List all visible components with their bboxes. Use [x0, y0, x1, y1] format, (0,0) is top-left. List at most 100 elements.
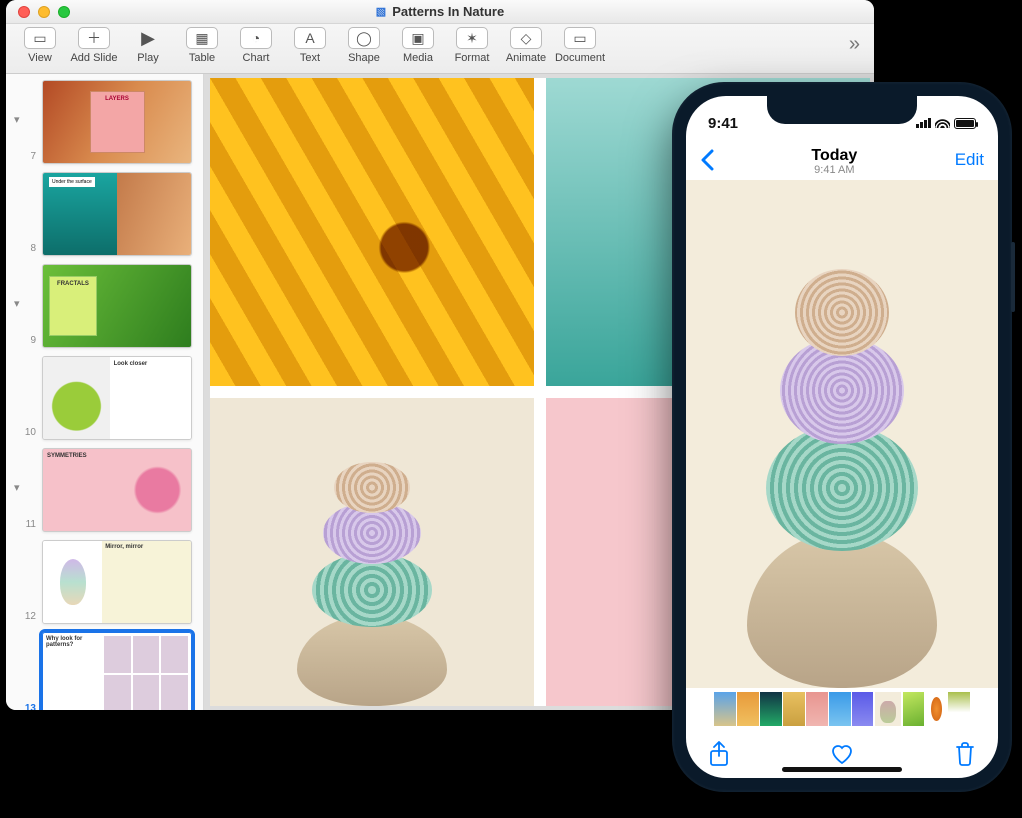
slide-number: 13 [10, 703, 36, 710]
share-icon [708, 741, 730, 767]
heart-icon [829, 742, 855, 766]
toolbar-label: Text [300, 52, 320, 64]
chevron-down-icon[interactable]: ▾ [14, 113, 20, 126]
slide-number: 10 [10, 427, 36, 440]
animate-icon: ◇ [510, 27, 542, 49]
toolbar-table-button[interactable]: ▦ Table [178, 27, 226, 64]
chevron-down-icon[interactable]: ▾ [14, 297, 20, 310]
chart-icon: ◔ [240, 27, 272, 49]
notch [767, 96, 917, 124]
chevron-left-icon [700, 149, 714, 171]
filmstrip-thumb[interactable] [829, 692, 851, 726]
toolbar-label: Add Slide [70, 52, 117, 64]
format-icon: ✶ [456, 27, 488, 49]
toolbar-overflow-button[interactable]: » [849, 27, 864, 56]
text-icon: A [294, 27, 326, 49]
slide-preview: SYMMETRIES [42, 448, 192, 532]
nav-title: Today 9:41 AM [714, 145, 955, 176]
window-title: ▧ Patterns In Nature [6, 4, 874, 19]
slide-preview: Mirror, mirror [42, 540, 192, 624]
shape-icon: ◯ [348, 27, 380, 49]
add-icon: ＋ [78, 27, 110, 49]
wifi-icon [935, 116, 950, 131]
cellular-icon [916, 118, 931, 128]
toolbar-text-button[interactable]: A Text [286, 27, 334, 64]
delete-button[interactable] [954, 741, 976, 767]
photo-filmstrip[interactable] [686, 688, 998, 730]
share-button[interactable] [708, 741, 730, 767]
iphone-device: 9:41 Today 9:41 AM Edit [672, 82, 1012, 792]
toolbar-label: Shape [348, 52, 380, 64]
slide-number: 8 [10, 243, 36, 256]
filmstrip-thumb[interactable] [852, 692, 874, 726]
photo-content [723, 200, 960, 688]
slide-preview: LAYERS [42, 80, 192, 164]
titlebar: ▧ Patterns In Nature [6, 0, 874, 24]
window-title-text: Patterns In Nature [392, 4, 504, 19]
photo-viewer[interactable] [686, 180, 998, 688]
filmstrip-thumb[interactable] [806, 692, 828, 726]
toolbar-label: Document [555, 52, 605, 64]
filmstrip-thumb-current[interactable] [875, 692, 901, 726]
slide-thumbnail[interactable]: 8 Under the surface [10, 172, 197, 256]
slide-image-urchins[interactable] [210, 398, 534, 706]
document-icon: ▧ [376, 5, 386, 18]
toolbar-chart-button[interactable]: ◔ Chart [232, 27, 280, 64]
trash-icon [954, 741, 976, 767]
document-icon: ▭ [564, 27, 596, 49]
toolbar-label: Animate [506, 52, 546, 64]
filmstrip-thumb[interactable] [714, 692, 736, 726]
status-time: 9:41 [708, 115, 738, 132]
slide-number: 7 [10, 151, 36, 164]
toolbar-format-button[interactable]: ✶ Format [448, 27, 496, 64]
battery-icon [954, 118, 976, 129]
slide-thumbnail[interactable]: 12 Mirror, mirror [10, 540, 197, 624]
slide-number: 9 [10, 335, 36, 348]
slide-thumbnail[interactable]: ▾ 11 SYMMETRIES [10, 448, 197, 532]
slide-thumbnail[interactable]: ▾ 7 LAYERS [10, 80, 197, 164]
chevron-down-icon[interactable]: ▾ [14, 481, 20, 494]
home-indicator[interactable] [782, 767, 902, 772]
slide-thumbnail[interactable]: ▾ 9 FRACTALS [10, 264, 197, 348]
toolbar-label: View [28, 52, 52, 64]
edit-button[interactable]: Edit [955, 150, 984, 170]
filmstrip-thumb[interactable] [737, 692, 759, 726]
view-icon: ▭ [24, 27, 56, 49]
slide-preview: Under the surface [42, 172, 192, 256]
filmstrip-thumb[interactable] [948, 692, 970, 726]
favorite-button[interactable] [829, 742, 855, 766]
toolbar-add-slide-button[interactable]: ＋ Add Slide [70, 27, 118, 64]
filmstrip-thumb[interactable] [925, 692, 947, 726]
toolbar-label: Play [137, 52, 158, 64]
toolbar: ▭ View ＋ Add Slide ▶ Play ▦ Table ◔ Char… [6, 24, 874, 74]
back-button[interactable] [700, 149, 714, 171]
slide-preview: Why look for patterns? [42, 632, 192, 710]
slide-thumbnail[interactable]: 13 Why look for patterns? [10, 632, 197, 710]
play-icon: ▶ [132, 27, 164, 49]
filmstrip-thumb[interactable] [783, 692, 805, 726]
iphone-screen: 9:41 Today 9:41 AM Edit [686, 96, 998, 778]
slide-number: 11 [10, 519, 36, 532]
slide-navigator[interactable]: ▾ 7 LAYERS 8 Under the surface ▾ 9 FRACT… [6, 74, 204, 710]
toolbar-label: Chart [243, 52, 270, 64]
toolbar-play-button[interactable]: ▶ Play [124, 27, 172, 64]
toolbar-label: Media [403, 52, 433, 64]
slide-preview: FRACTALS [42, 264, 192, 348]
toolbar-view-button[interactable]: ▭ View [16, 27, 64, 64]
slide-image-honeycomb[interactable] [210, 78, 534, 386]
toolbar-shape-button[interactable]: ◯ Shape [340, 27, 388, 64]
slide-number: 12 [10, 611, 36, 624]
status-icons [916, 116, 976, 131]
table-icon: ▦ [186, 27, 218, 49]
toolbar-document-button[interactable]: ▭ Document [556, 27, 604, 64]
filmstrip-thumb[interactable] [902, 692, 924, 726]
filmstrip-thumb[interactable] [760, 692, 782, 726]
toolbar-label: Table [189, 52, 215, 64]
photos-navbar: Today 9:41 AM Edit [686, 140, 998, 180]
slide-preview: Look closer [42, 356, 192, 440]
toolbar-animate-button[interactable]: ◇ Animate [502, 27, 550, 64]
toolbar-media-button[interactable]: ▣ Media [394, 27, 442, 64]
slide-thumbnail[interactable]: 10 Look closer [10, 356, 197, 440]
media-icon: ▣ [402, 27, 434, 49]
toolbar-label: Format [455, 52, 490, 64]
